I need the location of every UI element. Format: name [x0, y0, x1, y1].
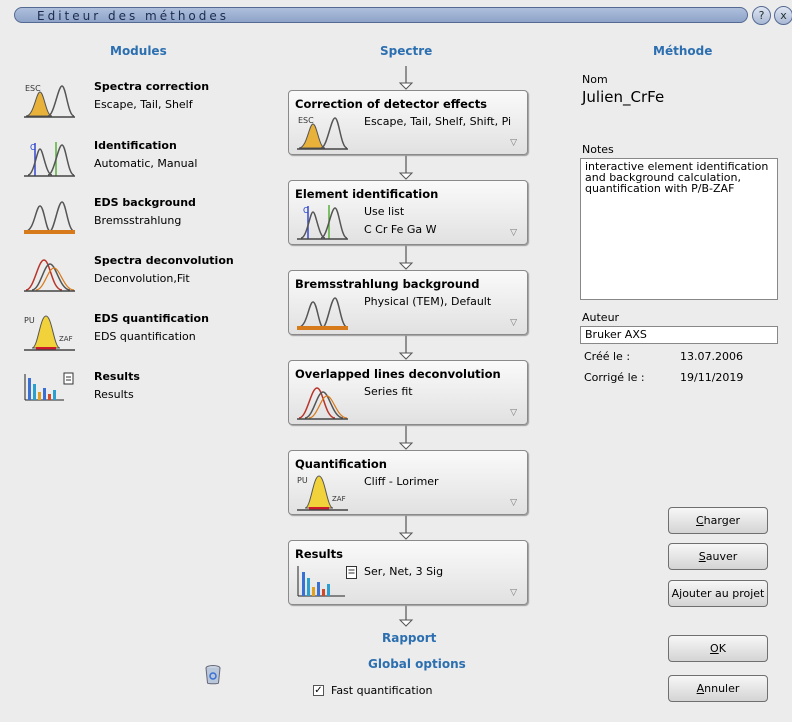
corrige-label: Corrigé le : [584, 371, 645, 384]
step-detail-2: C Cr Fe Ga W [364, 223, 437, 236]
svg-text:ESC: ESC [25, 84, 41, 93]
chevron-down-icon[interactable]: ▽ [510, 588, 517, 598]
module-results[interactable]: Results Results [22, 370, 252, 414]
annuler-button[interactable]: Annuler [668, 675, 768, 702]
nom-value: Julien_CrFe [582, 88, 665, 106]
module-subtitle: Results [94, 388, 134, 401]
step-title: Quantification [295, 457, 387, 471]
fast-quantification-checkbox[interactable]: ✓ [313, 685, 324, 696]
module-subtitle: Automatic, Manual [94, 157, 198, 170]
step-quantification[interactable]: Quantification PU ZAF Cliff - Lorimer ▽ [288, 450, 528, 515]
trash-icon[interactable] [204, 665, 222, 685]
step-title: Element identification [295, 187, 439, 201]
module-title: Spectra correction [94, 80, 210, 93]
flow-arrow [398, 333, 414, 360]
spectra-deconvolution-icon [297, 387, 348, 420]
flow-arrow [398, 66, 414, 90]
module-identification[interactable]: C Identification Automatic, Manual [22, 139, 252, 183]
nom-label: Nom [582, 73, 608, 86]
module-subtitle: EDS quantification [94, 330, 196, 343]
rapport-link[interactable]: Rapport [382, 631, 436, 645]
chevron-down-icon[interactable]: ▽ [510, 498, 517, 508]
step-background[interactable]: Bremsstrahlung background Physical (TEM)… [288, 270, 528, 335]
step-title: Bremsstrahlung background [295, 277, 480, 291]
flow-arrow [398, 423, 414, 450]
step-identification[interactable]: Element identification C Use list C Cr F… [288, 180, 528, 245]
identification-icon: C [297, 205, 348, 240]
auteur-label: Auteur [582, 311, 620, 324]
step-results[interactable]: Results Ser, Net, 3 Sig ▽ [288, 540, 528, 605]
step-title: Correction of detector effects [295, 97, 488, 111]
step-deconvolution[interactable]: Overlapped lines deconvolution Series fi… [288, 360, 528, 425]
svg-text:PU: PU [297, 476, 308, 485]
sauver-button[interactable]: Sauver [668, 543, 768, 570]
spectra-deconvolution-icon [24, 259, 75, 292]
identification-icon: C [24, 142, 75, 177]
help-button[interactable]: ? [752, 6, 771, 25]
module-title: EDS background [94, 196, 196, 209]
step-title: Results [295, 547, 343, 561]
module-eds-quantification[interactable]: PU ZAF EDS quantification EDS quantifica… [22, 312, 252, 356]
eds-quantification-icon: PU ZAF [297, 475, 348, 511]
step-correction[interactable]: Correction of detector effects ESC Escap… [288, 90, 528, 155]
corrige-value: 19/11/2019 [680, 371, 744, 384]
auteur-field[interactable]: Bruker AXS [580, 326, 778, 344]
cree-label: Créé le : [584, 350, 631, 363]
chevron-down-icon[interactable]: ▽ [510, 138, 517, 148]
module-spectra-correction[interactable]: ESC Spectra correction Escape, Tail, She… [22, 80, 252, 124]
eds-background-icon [297, 297, 348, 330]
module-spectra-deconvolution[interactable]: Spectra deconvolution Deconvolution,Fit [22, 254, 252, 298]
eds-background-icon [24, 201, 75, 234]
module-subtitle: Deconvolution,Fit [94, 272, 190, 285]
module-title: Identification [94, 139, 177, 152]
module-title: EDS quantification [94, 312, 209, 325]
step-title: Overlapped lines deconvolution [295, 367, 501, 381]
flow-arrow [398, 513, 414, 540]
step-detail: Use list [364, 205, 405, 218]
module-title: Results [94, 370, 140, 383]
global-options-link[interactable]: Global options [368, 657, 466, 671]
module-title: Spectra deconvolution [94, 254, 234, 267]
spectra-correction-icon: ESC [24, 84, 75, 118]
chevron-down-icon[interactable]: ▽ [510, 408, 517, 418]
results-icon [24, 372, 74, 401]
eds-quantification-icon: PU ZAF [24, 315, 75, 351]
flow-arrow [398, 243, 414, 270]
spectra-correction-icon: ESC [297, 116, 348, 150]
spectre-header: Spectre [380, 44, 433, 58]
window-title: Editeur des méthodes [14, 7, 748, 23]
step-detail: Physical (TEM), Default [364, 295, 492, 308]
cree-value: 13.07.2006 [680, 350, 743, 363]
modules-header: Modules [110, 44, 167, 58]
notes-label: Notes [582, 143, 614, 156]
close-button[interactable]: x [774, 6, 792, 25]
module-subtitle: Bremsstrahlung [94, 214, 182, 227]
chevron-down-icon[interactable]: ▽ [510, 318, 517, 328]
step-detail: Ser, Net, 3 Sig [364, 565, 444, 578]
fast-quantification-label: Fast quantification [331, 684, 433, 697]
ajouter-au-projet-button[interactable]: Ajouter au projet [668, 580, 768, 607]
ok-button[interactable]: OK [668, 635, 768, 662]
flow-arrow [398, 603, 414, 627]
results-icon [297, 566, 345, 597]
step-detail: Series fit [364, 385, 413, 398]
notes-textarea[interactable]: interactive element identification and b… [580, 158, 778, 300]
methode-header: Méthode [653, 44, 713, 58]
svg-text:ZAF: ZAF [332, 495, 346, 503]
charger-button[interactable]: Charger [668, 507, 768, 534]
svg-text:ZAF: ZAF [59, 335, 73, 343]
module-subtitle: Escape, Tail, Shelf [94, 98, 193, 111]
flow-arrow [398, 153, 414, 180]
step-detail: Cliff - Lorimer [364, 475, 439, 488]
svg-text:PU: PU [24, 316, 35, 325]
chevron-down-icon[interactable]: ▽ [510, 228, 517, 238]
document-icon [346, 566, 357, 579]
step-detail: Escape, Tail, Shelf, Shift, Pi [364, 115, 512, 128]
module-eds-background[interactable]: EDS background Bremsstrahlung [22, 196, 252, 240]
svg-text:ESC: ESC [298, 116, 314, 125]
